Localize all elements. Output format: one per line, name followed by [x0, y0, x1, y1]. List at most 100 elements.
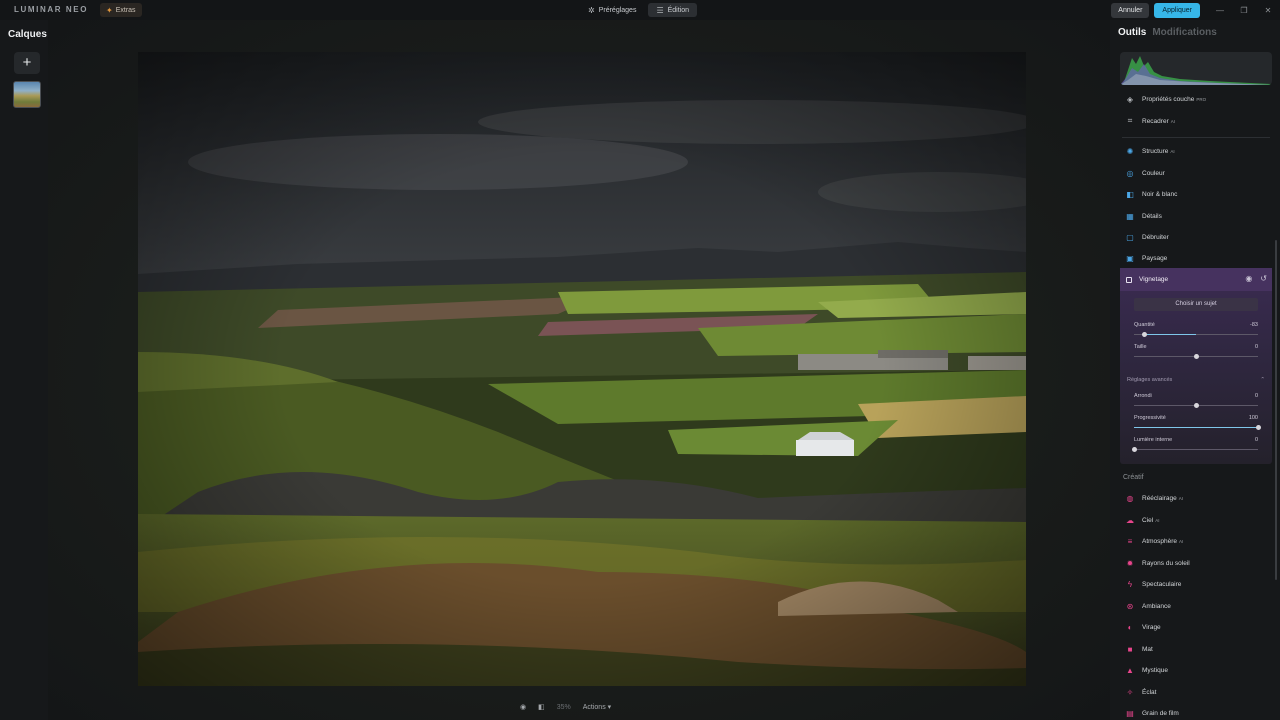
slider-value: 0 [1254, 437, 1258, 443]
tool-atmosphere[interactable]: ≡ Atmosphère AI [1120, 531, 1272, 551]
tool-crop[interactable]: ⌗ Recadrer AI [1120, 111, 1272, 131]
tool-label: Grain de film [1142, 709, 1179, 717]
vignette-header[interactable]: Vignetage ◉ ↺ [1120, 268, 1272, 291]
slider-label: Progressivité [1134, 415, 1166, 421]
vignette-panel: Vignetage ◉ ↺ Choisir un sujet Quantité … [1120, 268, 1272, 464]
tool-dramatic[interactable]: ϟ Spectaculaire [1120, 574, 1272, 594]
dramatic-icon: ϟ [1127, 579, 1133, 589]
atmosphere-icon: ≡ [1127, 536, 1133, 546]
sunrays-icon: ✹ [1126, 558, 1134, 568]
tool-label: Rayons du soleil [1142, 559, 1190, 567]
tool-label: Paysage [1142, 254, 1168, 262]
slider-handle[interactable] [1131, 447, 1137, 452]
extras-button[interactable]: ✦ Extras [100, 3, 142, 17]
maximize-icon[interactable]: ❐ [1232, 6, 1256, 15]
tool-relight[interactable]: ◍ Rééclairage AI [1120, 488, 1272, 508]
roundness-slider[interactable]: Arrondi 0 [1134, 393, 1258, 411]
cancel-button[interactable]: Annuler [1111, 2, 1150, 18]
tool-label: Éclat [1142, 688, 1157, 696]
ai-badge: AI [1179, 538, 1184, 544]
tool-label: Mystique [1142, 666, 1169, 674]
tool-label: Virage [1142, 623, 1161, 631]
size-slider[interactable]: Taille 0 [1134, 344, 1258, 362]
toning-icon: ◐ [1127, 622, 1133, 632]
pro-badge: PRO [1196, 96, 1207, 102]
mystical-icon: ▲ [1126, 665, 1134, 675]
tool-sky[interactable]: ☁ Ciel AI [1120, 510, 1272, 530]
tab-edits[interactable]: Modifications [1152, 27, 1216, 38]
actions-button[interactable]: Actions ▾ [583, 703, 611, 711]
details-icon: ▦ [1126, 211, 1134, 221]
tool-landscape[interactable]: ▣ Paysage [1120, 248, 1272, 268]
tool-denoise[interactable]: ▢ Débruiter [1120, 227, 1272, 247]
glow-icon: ✧ [1126, 687, 1134, 697]
slider-value: -83 [1250, 322, 1258, 328]
divider [1122, 137, 1270, 138]
slider-track [1134, 449, 1258, 450]
denoise-icon: ▢ [1126, 232, 1134, 242]
layers-title: Calques [8, 29, 47, 40]
slider-label: Lumière interne [1134, 437, 1173, 443]
inner-light-slider[interactable]: Lumière interne 0 [1131, 437, 1258, 455]
ai-badge: AI [1170, 148, 1175, 154]
feather-slider[interactable]: Progressivité 100 [1134, 415, 1261, 433]
tool-glow[interactable]: ✧ Éclat [1120, 682, 1272, 702]
tab-tools[interactable]: Outils [1118, 27, 1146, 38]
top-right-controls: Annuler Appliquer — ❐ ✕ [1111, 0, 1280, 20]
tool-label: Recadrer [1142, 117, 1169, 125]
choose-subject-button[interactable]: Choisir un sujet [1134, 298, 1258, 311]
slider-handle[interactable] [1142, 332, 1148, 337]
photo-canvas[interactable] [138, 52, 1026, 686]
right-panel: Outils Modifications ◈ Propriétés couche… [1110, 20, 1280, 720]
advanced-settings-toggle[interactable]: Réglages avancés ⌃ [1127, 377, 1265, 383]
tool-label: Débruiter [1142, 233, 1169, 241]
mood-icon: ⊛ [1126, 601, 1134, 611]
apply-button[interactable]: Appliquer [1154, 2, 1200, 18]
vignette-title: Vignetage [1139, 276, 1169, 283]
ai-badge: AI [1170, 118, 1175, 124]
add-layer-button[interactable]: + [14, 52, 40, 74]
tool-film-grain[interactable]: ▤ Grain de film [1120, 703, 1272, 720]
reset-icon[interactable]: ↺ [1260, 274, 1267, 283]
panel-scrollbar[interactable] [1275, 240, 1277, 580]
close-icon[interactable]: ✕ [1256, 6, 1280, 15]
creative-section-label: Créatif [1123, 474, 1144, 481]
tool-details[interactable]: ▦ Détails [1120, 206, 1272, 226]
app-logo: LUMINAR NEO [14, 5, 89, 14]
matte-icon: ■ [1127, 644, 1133, 654]
layer-thumbnail[interactable] [13, 81, 41, 108]
slider-handle[interactable] [1193, 403, 1199, 408]
amount-slider[interactable]: Quantité -83 [1134, 322, 1258, 340]
zoom-level[interactable]: 35% [557, 704, 571, 711]
tab-presets[interactable]: ✲ Préréglages [580, 3, 644, 17]
tool-mystical[interactable]: ▲ Mystique [1120, 660, 1272, 680]
advanced-label: Réglages avancés [1127, 377, 1173, 383]
ai-badge: AI [1178, 495, 1183, 501]
slider-value: 0 [1254, 393, 1258, 399]
tab-edit[interactable]: ☰ Édition [648, 3, 698, 17]
landscape-photo [138, 52, 1026, 686]
histogram [1120, 52, 1272, 85]
slider-handle[interactable] [1255, 425, 1261, 430]
edit-icon: ☰ [656, 5, 664, 15]
tool-color[interactable]: ◎ Couleur [1120, 163, 1272, 183]
extras-label: Extras [115, 6, 136, 14]
vignette-icon [1126, 276, 1132, 283]
ai-badge: AI [1155, 517, 1160, 523]
tool-structure[interactable]: ✺ Structure AI [1120, 141, 1272, 161]
sky-icon: ☁ [1126, 515, 1134, 525]
slider-label: Quantité [1134, 322, 1155, 328]
tool-label: Structure [1142, 147, 1169, 155]
tool-black-white[interactable]: ◧ Noir & blanc [1120, 184, 1272, 204]
minimize-icon[interactable]: — [1208, 6, 1232, 15]
eye-icon[interactable]: ◉ [520, 703, 526, 711]
slider-handle[interactable] [1193, 354, 1199, 359]
landscape-icon: ▣ [1126, 253, 1134, 263]
tool-matte[interactable]: ■ Mat [1120, 639, 1272, 659]
tool-layer-properties[interactable]: ◈ Propriétés couche PRO [1120, 89, 1272, 109]
tool-mood[interactable]: ⊛ Ambiance [1120, 596, 1272, 616]
visibility-eye-icon[interactable]: ◉ [1245, 274, 1252, 283]
compare-icon[interactable]: ◧ [538, 703, 545, 711]
tool-sunrays[interactable]: ✹ Rayons du soleil [1120, 553, 1272, 573]
tool-toning[interactable]: ◐ Virage [1120, 617, 1272, 637]
